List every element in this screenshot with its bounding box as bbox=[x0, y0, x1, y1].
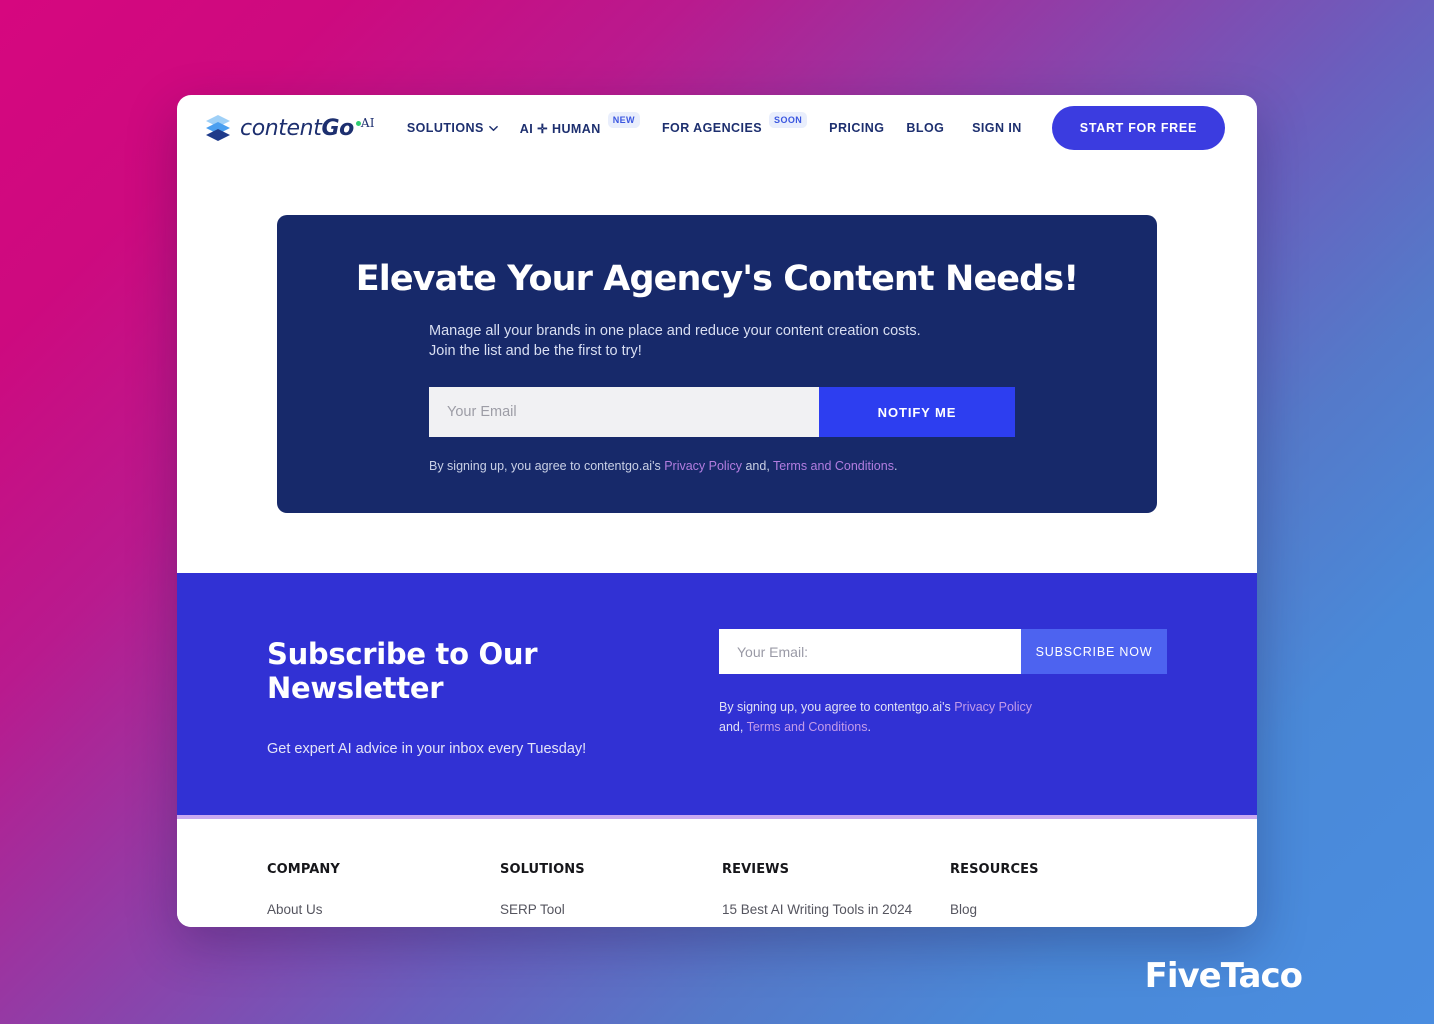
footer-heading-reviews: REVIEWS bbox=[722, 862, 790, 878]
hero-signup-form: NOTIFY ME bbox=[429, 387, 1015, 438]
newsletter-terms-link[interactable]: Terms and Conditions bbox=[747, 720, 868, 734]
fivetaco-watermark: FiveTaco bbox=[1144, 956, 1303, 996]
hero-legal-prefix: By signing up, you agree to contentgo.ai… bbox=[429, 459, 665, 474]
newsletter-legal-prefix: By signing up, you agree to contentgo.ai… bbox=[719, 700, 955, 715]
newsletter-form: SUBSCRIBE NOW bbox=[719, 629, 1167, 675]
footer-column-reviews: REVIEWS 15 Best AI Writing Tools in 2024 bbox=[722, 862, 950, 927]
hero-terms-link[interactable]: Terms and Conditions bbox=[773, 459, 894, 473]
footer-heading-solutions: SOLUTIONS bbox=[500, 862, 585, 878]
brand-name-light: content bbox=[240, 115, 322, 141]
hero-legal-text: By signing up, you agree to contentgo.ai… bbox=[429, 459, 1005, 473]
footer-link-best-ai-writing-tools[interactable]: 15 Best AI Writing Tools in 2024 bbox=[722, 902, 950, 917]
newsletter-tagline: Get expert AI advice in your inbox every… bbox=[267, 741, 587, 758]
hero-legal-suffix: . bbox=[893, 459, 898, 474]
brand-logo[interactable]: contentGo AI bbox=[205, 113, 375, 143]
footer-column-solutions: SOLUTIONS SERP Tool Bulk Content Keyword… bbox=[500, 862, 722, 927]
nav-item-ai-human[interactable]: AI ✛ HUMAN NEW bbox=[519, 112, 640, 136]
layers-stack-icon bbox=[205, 113, 231, 143]
notify-me-button[interactable]: NOTIFY ME bbox=[819, 387, 1015, 438]
brand-name-bold: Go bbox=[321, 115, 354, 141]
hero-section: Elevate Your Agency's Content Needs! Man… bbox=[177, 161, 1257, 514]
nav-actions: SIGN IN START FOR FREE bbox=[972, 106, 1225, 150]
nav-item-label: FOR AGENCIES bbox=[661, 121, 763, 135]
newsletter-legal-text: By signing up, you agree to contentgo.ai… bbox=[719, 698, 1039, 737]
footer-column-company: COMPANY About Us Changelog bbox=[267, 862, 500, 927]
footer-link-serp-tool[interactable]: SERP Tool bbox=[500, 902, 722, 917]
newsletter-form-area: SUBSCRIBE NOW By signing up, you agree t… bbox=[707, 629, 1167, 757]
badge-soon: SOON bbox=[769, 112, 808, 128]
footer: COMPANY About Us Changelog SOLUTIONS SER… bbox=[177, 819, 1257, 927]
footer-heading-resources: RESOURCES bbox=[950, 862, 1039, 878]
browser-page-card: contentGo AI SOLUTIONS AI ✛ HUMAN NEW FOR… bbox=[177, 95, 1257, 927]
hero-email-input[interactable] bbox=[429, 387, 819, 438]
nav-item-blog[interactable]: BLOG bbox=[906, 121, 944, 135]
hero-subtext-line2: Join the list and be the first to try! bbox=[429, 343, 642, 360]
nav-item-label: PRICING bbox=[829, 121, 885, 135]
hero-panel: Elevate Your Agency's Content Needs! Man… bbox=[277, 215, 1157, 514]
footer-link-about-us[interactable]: About Us bbox=[267, 902, 500, 917]
nav-item-label: SOLUTIONS bbox=[406, 121, 484, 135]
hero-privacy-policy-link[interactable]: Privacy Policy bbox=[664, 459, 742, 473]
hero-heading: Elevate Your Agency's Content Needs! bbox=[355, 259, 1079, 299]
newsletter-heading: Subscribe to Our Newsletter bbox=[267, 637, 538, 706]
chevron-down-icon bbox=[488, 123, 498, 133]
newsletter-copy: Subscribe to Our Newsletter Get expert A… bbox=[267, 629, 707, 757]
brand-superscript-ai: AI bbox=[360, 115, 375, 130]
nav-item-label: AI ✛ HUMAN bbox=[519, 121, 601, 136]
subscribe-now-button[interactable]: SUBSCRIBE NOW bbox=[1021, 629, 1167, 675]
hero-legal-mid: and, bbox=[741, 459, 774, 474]
hero-subtext: Manage all your brands in one place and … bbox=[429, 321, 1005, 361]
nav-item-label: BLOG bbox=[906, 121, 945, 135]
brand-wordmark: contentGo AI bbox=[240, 116, 375, 141]
start-for-free-button[interactable]: START FOR FREE bbox=[1051, 106, 1225, 150]
nav-links: SOLUTIONS AI ✛ HUMAN NEW FOR AGENCIES SO… bbox=[407, 112, 945, 136]
newsletter-privacy-policy-link[interactable]: Privacy Policy bbox=[954, 700, 1032, 714]
sign-in-link[interactable]: SIGN IN bbox=[972, 121, 1022, 135]
badge-new: NEW bbox=[607, 112, 640, 128]
newsletter-section: Subscribe to Our Newsletter Get expert A… bbox=[177, 573, 1257, 820]
nav-item-for-agencies[interactable]: FOR AGENCIES SOON bbox=[661, 112, 808, 136]
newsletter-legal-suffix: . bbox=[867, 719, 871, 734]
footer-column-resources: RESOURCES Blog COMPARISON Copy.ai Altern… bbox=[950, 862, 1167, 927]
newsletter-legal-mid: and, bbox=[719, 719, 747, 734]
nav-item-solutions[interactable]: SOLUTIONS bbox=[407, 121, 498, 135]
nav-item-pricing[interactable]: PRICING bbox=[829, 121, 884, 135]
footer-heading-company: COMPANY bbox=[267, 862, 340, 878]
footer-link-blog[interactable]: Blog bbox=[950, 902, 1167, 917]
newsletter-email-input[interactable] bbox=[719, 629, 1021, 675]
top-navigation-bar: contentGo AI SOLUTIONS AI ✛ HUMAN NEW FOR… bbox=[177, 95, 1257, 161]
hero-subtext-line1: Manage all your brands in one place and … bbox=[429, 323, 921, 340]
